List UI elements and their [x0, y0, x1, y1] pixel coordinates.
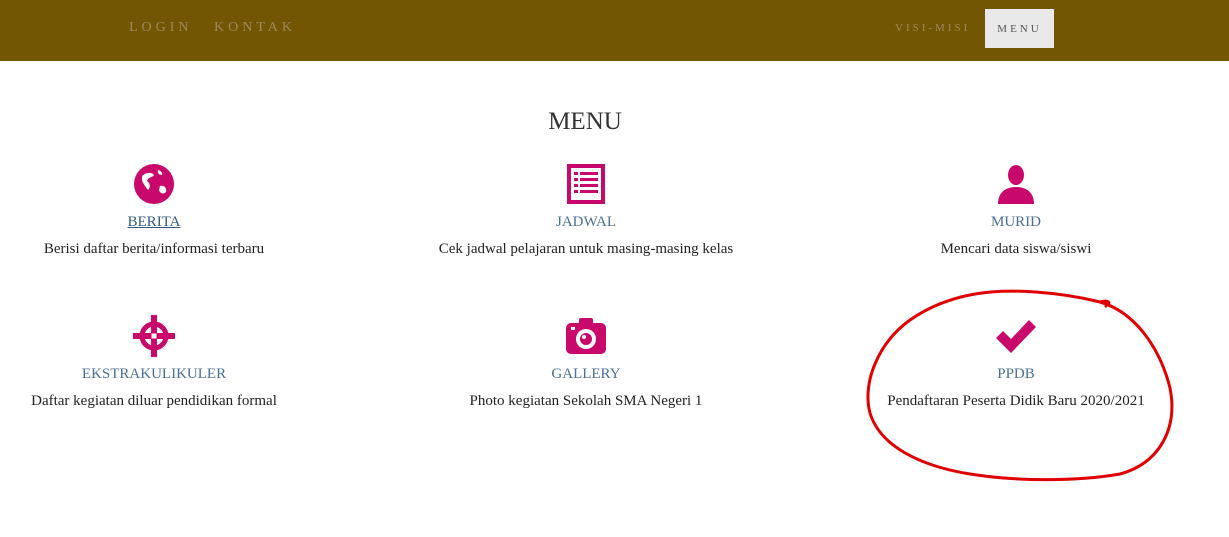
- card-label-murid[interactable]: MURID: [816, 214, 1216, 231]
- card-ekstrakulikuler: EKSTRAKULIKULER Daftar kegiatan diluar p…: [0, 314, 354, 410]
- card-desc-berita: Berisi daftar berita/informasi terbaru: [43, 241, 265, 257]
- user-icon: [998, 165, 1034, 204]
- card-desc-gallery: Photo kegiatan Sekolah SMA Negeri 1: [469, 393, 703, 409]
- card-label-ekstrakulikuler[interactable]: EKSTRAKULIKULER: [0, 366, 354, 383]
- red-circle-annotation: [866, 289, 1174, 482]
- camera-icon: [566, 318, 606, 354]
- card-desc-jadwal: Cek jadwal pelajaran untuk masing-masing…: [438, 241, 734, 257]
- nav-visi-misi-link[interactable]: VISI-MISI: [895, 22, 970, 34]
- nav-left-group: LOGIN KONTAK: [129, 20, 310, 36]
- nav-menu-button[interactable]: MENU: [985, 9, 1054, 48]
- card-label-jadwal[interactable]: JADWAL: [386, 214, 786, 231]
- card-gallery: GALLERY Photo kegiatan Sekolah SMA Neger…: [386, 314, 786, 410]
- nav-login-link[interactable]: LOGIN: [129, 20, 193, 35]
- list-icon: [567, 164, 605, 204]
- section-title: MENU: [548, 108, 622, 135]
- top-navbar: LOGIN KONTAK VISI-MISI MENU: [0, 0, 1229, 61]
- card-berita: BERITA Berisi daftar berita/informasi te…: [0, 162, 354, 258]
- card-desc-murid: Mencari data siswa/siswi: [940, 241, 1092, 257]
- card-jadwal: JADWAL Cek jadwal pelajaran untuk masing…: [386, 162, 786, 258]
- card-label-berita[interactable]: BERITA: [0, 214, 354, 231]
- card-murid: MURID Mencari data siswa/siswi: [816, 162, 1216, 258]
- globe-icon: [134, 164, 174, 204]
- crosshair-icon: [133, 315, 175, 357]
- card-desc-ekstrakulikuler: Daftar kegiatan diluar pendidikan formal: [31, 393, 277, 409]
- card-label-gallery[interactable]: GALLERY: [386, 366, 786, 383]
- nav-kontak-link[interactable]: KONTAK: [214, 20, 296, 35]
